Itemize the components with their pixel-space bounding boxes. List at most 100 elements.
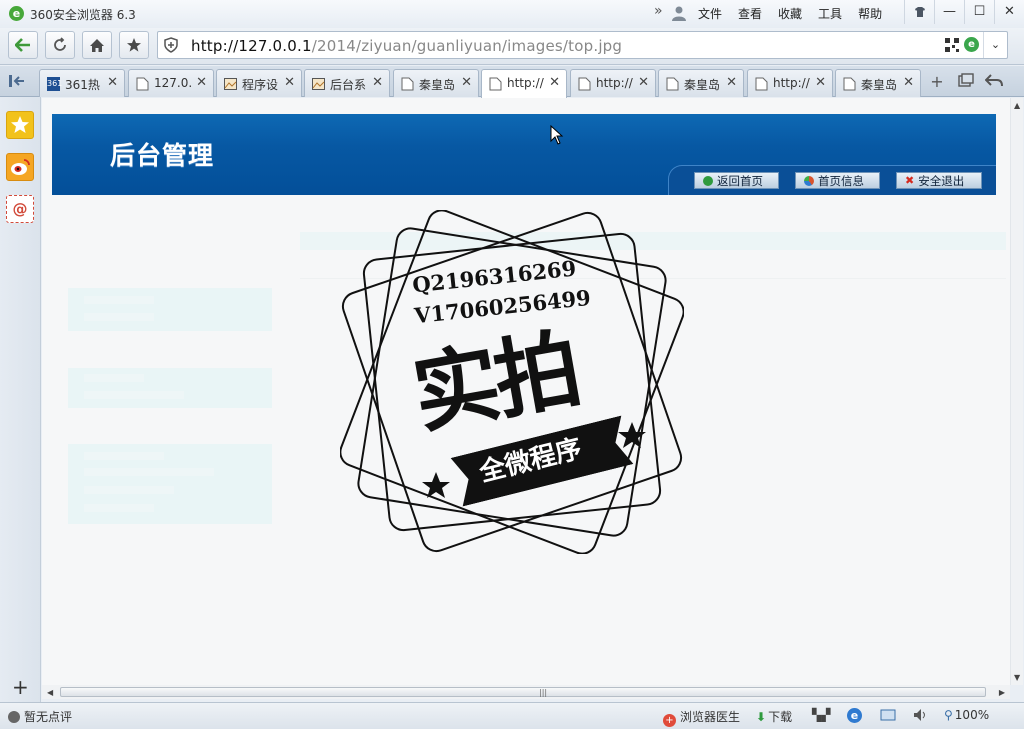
image-icon [224,78,237,90]
tab-close-icon[interactable]: ✕ [284,75,295,90]
tab-close-icon[interactable]: ✕ [549,75,560,90]
faded-menu-item [84,504,154,512]
tab-label: 秦皇岛 [861,78,898,92]
favorite-button[interactable] [119,31,149,59]
tab-item[interactable]: http:// ✕ [570,69,656,97]
close-button[interactable]: ✕ [994,0,1024,24]
home-info-label: 首页信息 [818,173,864,188]
tab-close-icon[interactable]: ✕ [372,75,383,90]
tab-item[interactable]: 后台系 ✕ [304,69,390,97]
render-mode-icon[interactable]: e [964,37,979,52]
sidebar: @ + [0,97,41,704]
tab-item-active[interactable]: http:// ✕ [481,69,567,98]
banner-title: 后台管理 [110,141,215,170]
scroll-down-icon[interactable]: ▼ [1014,673,1020,682]
refresh-icon [54,37,66,51]
faded-menu-group [68,288,272,331]
tab-list-icon[interactable] [956,72,976,92]
screenshot-icon[interactable] [880,708,896,725]
mail-sidebar-button[interactable]: @ [6,195,34,223]
weibo-sidebar-button[interactable] [6,153,34,181]
star-icon [127,38,141,52]
tab-label: http:// [773,76,810,90]
tab-label: http:// [596,76,633,90]
tab-close-icon[interactable]: ✕ [461,75,472,90]
scroll-up-icon[interactable]: ▲ [1014,101,1020,110]
tab-item[interactable]: 秦皇岛 ✕ [658,69,744,97]
back-home-button[interactable]: 返回首页 [694,172,779,189]
horizontal-scrollbar[interactable]: ◀ ||| ▶ [42,685,1010,699]
vertical-scrollbar[interactable]: ▲ ▼ [1010,98,1023,685]
user-icon[interactable] [671,5,687,21]
horizontal-scroll-thumb[interactable]: ||| [60,687,986,697]
download-arrow-icon: ⬇ [756,710,767,724]
home-button[interactable] [82,31,112,59]
minimize-button[interactable]: — [934,0,964,24]
faded-menu-group [68,368,272,408]
download-button[interactable]: ⬇ 下载 [756,708,792,725]
mouse-cursor-icon [550,125,564,145]
image-icon [312,78,325,90]
url-host: http://127.0.0.1 [191,37,312,55]
tab-close-icon[interactable]: ✕ [638,75,649,90]
zoom-control[interactable]: ⚲ 100% [944,708,989,722]
more-chevron-icon[interactable]: » [654,3,663,19]
window-title: 360安全浏览器 6.3 [30,8,136,22]
tab-close-icon[interactable]: ✕ [903,75,914,90]
url-text[interactable]: http://127.0.0.1/2014/ziyuan/guanliyuan/… [191,37,622,55]
menu-tools[interactable]: 工具 [818,5,842,22]
download-label: 下载 [768,710,793,724]
tab-item[interactable]: 361 361热 ✕ [39,69,125,97]
home-info-button[interactable]: 首页信息 [795,172,880,189]
tab-close-icon[interactable]: ✕ [726,75,737,90]
magnifier-icon: ⚲ [944,708,953,722]
tab-close-icon[interactable]: ✕ [196,75,207,90]
scroll-left-icon[interactable]: ◀ [47,688,53,697]
sidebar-toggle-icon[interactable] [8,73,26,89]
tab-close-icon[interactable]: ✕ [107,75,118,90]
volume-icon[interactable] [913,708,929,725]
logout-button[interactable]: ✖ 安全退出 [896,172,982,189]
tab-item[interactable]: http:// ✕ [747,69,833,97]
add-sidebar-icon[interactable]: + [12,675,29,699]
favorites-sidebar-button[interactable] [6,111,34,139]
faded-menu-item [84,296,154,304]
browser-doctor-button[interactable]: + 浏览器医生 [663,708,740,727]
scroll-right-icon[interactable]: ▶ [999,688,1005,697]
tab-item[interactable]: 秦皇岛 ✕ [393,69,479,97]
faded-menu-group [68,444,272,524]
page-icon [578,77,591,91]
menu-view[interactable]: 查看 [738,5,762,22]
tab-item[interactable]: 秦皇岛 ✕ [835,69,921,97]
back-home-label: 返回首页 [717,173,763,188]
ie-mode-icon[interactable]: e [847,708,862,723]
undo-close-tab-icon[interactable] [984,72,1004,92]
status-bar: 暂无点评 + 浏览器医生 ⬇ 下载 ▚▞ e ⚲ 100% [0,702,1024,729]
rating-status[interactable]: 暂无点评 [8,708,72,725]
new-tab-icon[interactable]: + [927,72,947,92]
tab-label: 秦皇岛 [419,78,456,92]
faded-menu-item [84,486,174,494]
skin-icon[interactable] [904,0,934,24]
url-dropdown-icon[interactable]: ⌄ [983,32,1007,58]
tab-label: 秦皇岛 [684,78,721,92]
page-icon [136,77,149,91]
back-button[interactable] [8,31,38,59]
menu-bar: 文件 查看 收藏 工具 帮助 [698,5,898,22]
maximize-button[interactable]: ☐ [964,0,994,24]
tab-close-icon[interactable]: ✕ [815,75,826,90]
qr-code-icon[interactable] [945,38,959,52]
refresh-button[interactable] [45,31,75,59]
network-icon[interactable]: ▚▞ [812,708,830,722]
address-bar[interactable]: http://127.0.0.1/2014/ziyuan/guanliyuan/… [157,31,1008,59]
faded-menu-item [84,374,144,382]
menu-help[interactable]: 帮助 [858,5,882,22]
shield-icon[interactable] [163,37,179,53]
menu-favorites[interactable]: 收藏 [778,5,802,22]
faded-menu-item [84,391,184,399]
tab-item[interactable]: 程序设 ✕ [216,69,302,97]
home-icon [90,38,104,52]
tab-item[interactable]: 127.0. ✕ [128,69,214,97]
title-bar: e 360安全浏览器 6.3 » 文件 查看 收藏 工具 帮助 — ☐ ✕ [0,0,1024,28]
menu-file[interactable]: 文件 [698,5,722,22]
